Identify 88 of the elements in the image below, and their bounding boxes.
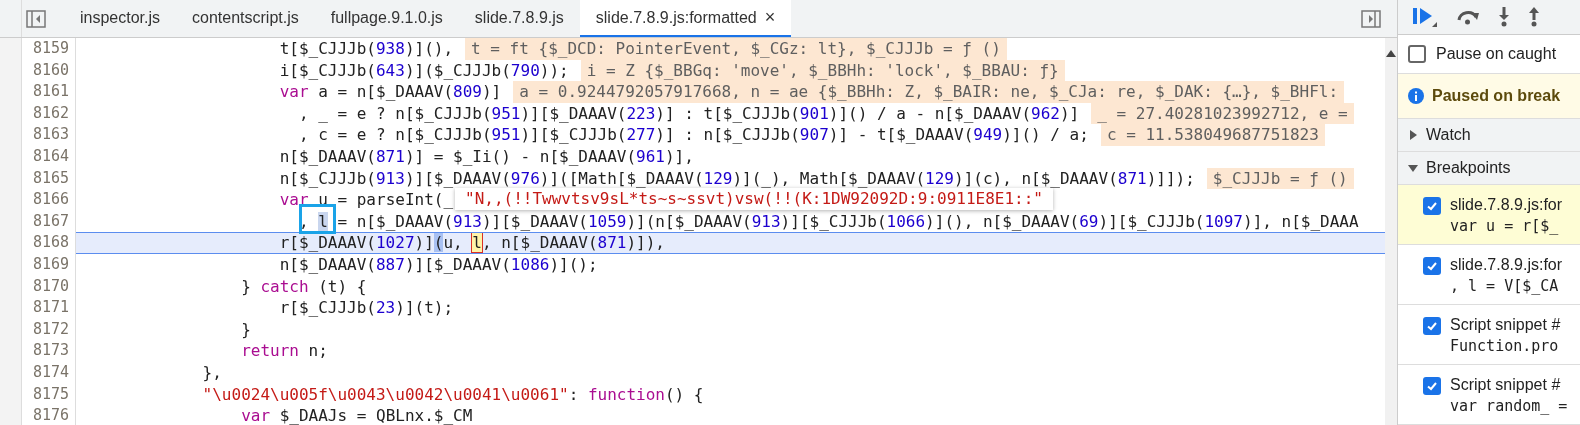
line-number[interactable]: 8161 bbox=[22, 81, 76, 103]
value-tooltip: "N,,(!!Twwvtsv9sL*ts~s~ssvt)vsw(!!(K:1DW92092D:9:0911E8E1::" bbox=[455, 188, 1053, 210]
code-line: r[$_DAAAV(1027)](u, l, n[$_DAAAV(871)]), bbox=[278, 233, 665, 253]
breakpoint-code: var random_ = bbox=[1450, 396, 1568, 417]
checkbox[interactable] bbox=[1423, 317, 1441, 335]
file-tab[interactable]: inspector.js bbox=[64, 0, 177, 37]
panel-toggle-icon[interactable] bbox=[1361, 9, 1381, 28]
section-header[interactable]: Watch bbox=[1398, 119, 1580, 152]
tab-label: fullpage.9.1.0.js bbox=[330, 7, 443, 28]
section-title: Breakpoints bbox=[1426, 158, 1511, 178]
line-number[interactable]: 8164 bbox=[22, 145, 76, 168]
check-icon bbox=[1426, 260, 1438, 272]
close-icon[interactable]: × bbox=[764, 4, 776, 31]
inline-value: $_CJJJb = ƒ () bbox=[1206, 167, 1354, 190]
tab-label: inspector.js bbox=[80, 7, 161, 28]
check-icon bbox=[1426, 200, 1438, 212]
file-tab[interactable]: slide.7.8.9.js:formatted × bbox=[579, 0, 792, 37]
tab-label: slide.7.8.9.js bbox=[474, 7, 564, 28]
code-line: i[$_CJJJb(643)]($_CJJJb(790)); bbox=[278, 59, 569, 82]
code-line: }, bbox=[201, 361, 222, 384]
line-number[interactable]: 8175 bbox=[22, 383, 76, 406]
code-line: t[$_CJJJb(938)](), bbox=[278, 38, 454, 60]
code-line: r[$_CJJJb(23)](t); bbox=[278, 297, 454, 319]
checkbox[interactable] bbox=[1423, 377, 1441, 395]
inline-value: c = 11.538049687751823 bbox=[1100, 124, 1325, 146]
tab-label: contentscript.js bbox=[192, 7, 299, 28]
code-line: , c = e ? n[$_CJJJb(951)][$_CJJJb(277)] : n[$_CJJJb(907)] - t[$_DAAAV(949)]() / a; bbox=[297, 124, 1089, 146]
line-number[interactable]: 8159 bbox=[22, 38, 76, 60]
checkbox[interactable] bbox=[1408, 45, 1426, 63]
code-line: , l = n[$_DAAAV(913)][$_DAAAV(1059)](n[$_DAAAV(913)][$_CJJJb(1066)](), n[$_DAAAV(69)][$_CJJJb(1097)], n[$_DAAA bbox=[297, 210, 1359, 233]
code-line: var $_DAAJs = QBLnx.$_CM bbox=[240, 405, 473, 425]
line-number[interactable]: 8173 bbox=[22, 340, 76, 362]
file-tab[interactable]: slide.7.8.9.js bbox=[458, 0, 580, 37]
line-number[interactable]: 8169 bbox=[22, 253, 76, 276]
line-number[interactable]: 8167 bbox=[22, 210, 76, 233]
line-number[interactable]: 8162 bbox=[22, 102, 76, 125]
scrollbar[interactable] bbox=[1385, 38, 1397, 425]
collapsed-triangle-icon bbox=[1408, 130, 1418, 140]
checkbox[interactable] bbox=[1423, 197, 1441, 215]
breakpoint-code: Function.pro bbox=[1450, 336, 1560, 357]
line-number[interactable]: 8174 bbox=[22, 361, 76, 384]
inline-value: i = Z {$_BBGq: 'move', $_BBHh: 'lock', $_BBAU: ƒ} bbox=[580, 59, 1065, 82]
breakpoint-file: slide.7.8.9.js:for bbox=[1450, 255, 1563, 275]
code-line: n[$_CJJJb(913)][$_DAAAV(976)]([Math[$_DAAAV(129)](_), Math[$_DAAAV(129)](c), n[$_DAAAV(871)]]); bbox=[278, 167, 1195, 190]
file-tab[interactable]: contentscript.js bbox=[176, 0, 315, 37]
code-line: return n; bbox=[240, 340, 328, 362]
breakpoint-file: slide.7.8.9.js:for bbox=[1450, 195, 1563, 215]
line-number[interactable]: 8163 bbox=[22, 124, 76, 146]
breakpoint-file: Script snippet # bbox=[1450, 315, 1561, 335]
paused-message: Paused on break bbox=[1432, 86, 1561, 106]
resume-icon[interactable] bbox=[1412, 6, 1438, 28]
breakpoint-file: Script snippet # bbox=[1450, 375, 1562, 395]
scroll-up-icon[interactable] bbox=[1386, 50, 1396, 57]
code-line: , _ = e ? n[$_CJJJb(951)][$_DAAAV(223)] : t[$_CJJJb(901)]() / a - n[$_DAAAV(962)] bbox=[297, 102, 1080, 125]
line-number[interactable]: 8172 bbox=[22, 318, 76, 341]
step-out-icon[interactable] bbox=[1528, 7, 1540, 27]
breakpoint-code: , l = V[$_CA bbox=[1450, 276, 1560, 297]
breakpoint-item[interactable]: slide.7.8.9.js:for var u = r[$_ bbox=[1398, 185, 1580, 245]
step-over-icon[interactable] bbox=[1456, 9, 1480, 25]
section-title: Watch bbox=[1426, 125, 1471, 145]
file-tab[interactable]: fullpage.9.1.0.js bbox=[314, 0, 459, 37]
code-line: } catch (t) { bbox=[240, 275, 367, 298]
line-number[interactable]: 8166 bbox=[22, 189, 76, 211]
sidebar-toggle-icon[interactable] bbox=[26, 9, 46, 28]
section-header[interactable]: Breakpoints bbox=[1398, 152, 1580, 185]
option-label: Pause on caught bbox=[1436, 44, 1557, 64]
line-number[interactable]: 8176 bbox=[22, 405, 76, 425]
tab-label: slide.7.8.9.js:formatted bbox=[595, 7, 757, 28]
code-line: n[$_DAAAV(887)][$_DAAAV(1086)](); bbox=[278, 253, 598, 276]
line-number[interactable]: 8171 bbox=[22, 297, 76, 319]
code-line: "\u0024\u005f\u0043\u0042\u0041\u0061": function() { bbox=[201, 383, 704, 406]
inline-value: _ = 27.40281023992712, e = bbox=[1091, 102, 1354, 125]
inline-value: a = 0.9244792057917668, n = ae {$_BBHh: Z, $_BAIR: ne, $_CJa: re, $_DAK: {…}, $_BHFl: bbox=[513, 81, 1345, 103]
check-icon bbox=[1426, 320, 1438, 332]
code-line: n[$_DAAAV(871)] = $_Ii() - n[$_DAAAV(961)], bbox=[278, 145, 694, 168]
checkbox[interactable] bbox=[1423, 257, 1441, 275]
code-line: var a = n[$_DAAAV(809)] bbox=[278, 81, 502, 103]
check-icon bbox=[1426, 380, 1438, 392]
breakpoint-code: var u = r[$_ bbox=[1450, 216, 1560, 237]
code-line: } bbox=[240, 318, 251, 341]
inline-value: t = ft {$_DCD: PointerEvent, $_CGz: lt}, $_CJJJb = ƒ () bbox=[465, 38, 1007, 60]
step-into-icon[interactable] bbox=[1498, 7, 1510, 27]
line-number[interactable]: 8170 bbox=[22, 275, 76, 298]
annotation-frame bbox=[299, 204, 336, 234]
line-number[interactable]: 8160 bbox=[22, 59, 76, 82]
line-number[interactable]: 8165 bbox=[22, 167, 76, 190]
info-icon bbox=[1408, 88, 1424, 104]
expanded-triangle-icon bbox=[1408, 163, 1418, 173]
